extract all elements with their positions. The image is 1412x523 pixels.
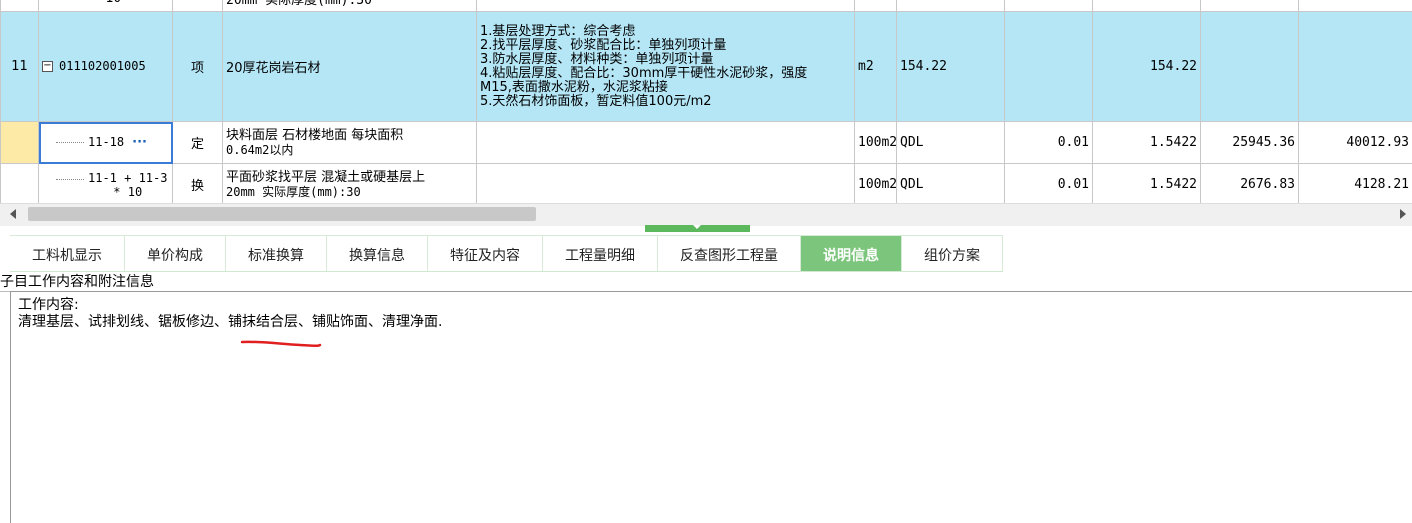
feature-cell[interactable] (476, 163, 855, 203)
feature-line: M15,表面撒水泥粉，水泥浆粘接 (480, 79, 668, 95)
expr-cell[interactable] (896, 0, 1005, 12)
panel-splitter[interactable] (645, 225, 750, 232)
feature-line: 5.天然石材饰面板，暂定料值100元/m2 (480, 93, 712, 109)
description-content[interactable]: 工作内容: 清理基层、试排划线、锯板修边、铺抹结合层、铺贴饰面、清理净面. (10, 291, 1412, 523)
tab-graphic-quantity[interactable]: 反查图形工程量 (658, 235, 801, 271)
expr-cell[interactable]: 154.22 (896, 11, 1005, 122)
price-cell[interactable]: 25945.36 (1200, 121, 1299, 164)
tab-pricing-scheme[interactable]: 组价方案 (902, 235, 1003, 271)
qty-cell[interactable]: 0.01 (1004, 121, 1093, 164)
tree-connector (56, 142, 84, 143)
total-qty-cell[interactable] (1092, 0, 1201, 12)
table-row[interactable]: 11-18 ··· 定 块料面层 石材楼地面 每块面积 0.64m2以内 100m… (0, 121, 1412, 164)
name-line: 块料面层 石材楼地面 每块面积 (226, 127, 404, 143)
price-cell[interactable]: 2676.83 (1200, 163, 1299, 203)
type-cell[interactable] (172, 0, 223, 12)
amount-cell[interactable] (1298, 0, 1412, 12)
bill-of-quantities-grid[interactable]: * 10 20mm 实际厚度(mm):30 11 −011102001005 项… (0, 0, 1412, 203)
feature-cell[interactable] (476, 0, 855, 12)
name-cell[interactable]: 块料面层 石材楼地面 每块面积 0.64m2以内 (222, 121, 477, 164)
type-cell[interactable]: 换 (172, 163, 223, 203)
feature-cell[interactable]: 1.基层处理方式：综合考虑 2.找平层厚度、砂浆配合比：单独列项计量 3.防水层… (476, 11, 855, 122)
tree-connector (56, 178, 84, 180)
row-number (0, 163, 39, 203)
panel-title: 子目工作内容和附注信息 (0, 274, 1412, 292)
tab-standard-conversion[interactable]: 标准换算 (226, 235, 327, 271)
feature-line: 1.基层处理方式：综合考虑 (480, 23, 636, 39)
feature-line: 2.找平层厚度、砂浆配合比：单独列项计量 (480, 37, 727, 53)
amount-cell[interactable]: 40012.93 (1298, 121, 1412, 164)
code-line: 11-1 + 11-3 (88, 170, 168, 185)
code-text: 11-18 (88, 135, 125, 149)
chevron-down-icon (693, 225, 701, 229)
qty-cell[interactable] (1004, 11, 1093, 122)
code-cell[interactable]: 11-1 + 11-3 * 10 (38, 163, 173, 203)
content-heading: 工作内容: (18, 297, 79, 313)
name-cell[interactable]: 20厚花岗岩石材 (222, 11, 477, 122)
unit-cell[interactable]: m2 (854, 11, 897, 122)
table-row-selected[interactable]: 11 −011102001005 项 20厚花岗岩石材 1.基层处理方式：综合考… (0, 11, 1412, 122)
name-cell[interactable]: 平面砂浆找平层 混凝土或硬基层上 20mm 实际厚度(mm):30 (222, 163, 477, 203)
row-number: 11 (0, 11, 39, 122)
red-annotation-underline (240, 340, 322, 347)
code-cell[interactable]: * 10 (38, 0, 173, 12)
tab-unit-price[interactable]: 单价构成 (125, 235, 226, 271)
scroll-left-icon[interactable] (10, 209, 16, 219)
feature-line: 3.防水层厚度、材料种类：单独列项计量 (480, 51, 714, 67)
unit-cell[interactable]: 100m2 (854, 121, 897, 164)
name-line: 平面砂浆找平层 混凝土或硬基层上 (226, 169, 426, 185)
tab-description[interactable]: 说明信息 (801, 235, 902, 271)
qty-cell[interactable]: 0.01 (1004, 163, 1093, 203)
table-row[interactable]: * 10 20mm 实际厚度(mm):30 (0, 0, 1412, 12)
qty-cell[interactable] (1004, 0, 1093, 12)
scrollbar-thumb[interactable] (28, 207, 536, 221)
type-cell[interactable]: 项 (172, 11, 223, 122)
total-qty-cell[interactable]: 1.5422 (1092, 121, 1201, 164)
total-qty-cell[interactable]: 1.5422 (1092, 163, 1201, 203)
code-line: * 10 (113, 184, 143, 199)
horizontal-scrollbar[interactable] (0, 203, 1412, 226)
scroll-right-icon[interactable] (1400, 209, 1406, 219)
name-cell[interactable]: 20mm 实际厚度(mm):30 (222, 0, 477, 12)
code-text: 011102001005 (59, 59, 146, 73)
amount-cell[interactable] (1298, 11, 1412, 122)
name-line: 20mm 实际厚度(mm):30 (226, 184, 361, 199)
unit-cell[interactable]: 100m2 (854, 163, 897, 203)
tab-features[interactable]: 特征及内容 (428, 235, 543, 271)
collapse-icon[interactable]: − (42, 61, 53, 72)
expr-cell[interactable]: QDL (896, 163, 1005, 203)
more-button[interactable]: ··· (132, 135, 147, 150)
feature-line: 4.粘贴层厚度、配合比：30mm厚干硬性水泥砂浆，强度 (480, 65, 808, 81)
expr-cell[interactable]: QDL (896, 121, 1005, 164)
price-cell[interactable] (1200, 11, 1299, 122)
detail-tab-bar: 工料机显示 单价构成 标准换算 换算信息 特征及内容 工程量明细 反查图形工程量… (10, 235, 1003, 272)
code-text: 11-1 + 11-3 * 10 (88, 171, 167, 199)
name-line: 0.64m2以内 (226, 142, 294, 157)
type-cell[interactable]: 定 (172, 121, 223, 164)
tab-quantity-detail[interactable]: 工程量明细 (543, 235, 658, 271)
table-row[interactable]: 11-1 + 11-3 * 10 换 平面砂浆找平层 混凝土或硬基层上 20mm … (0, 163, 1412, 203)
row-number (0, 121, 39, 164)
unit-cell[interactable] (854, 0, 897, 12)
amount-cell[interactable]: 4128.21 (1298, 163, 1412, 203)
code-cell[interactable]: −011102001005 (38, 11, 173, 122)
content-body: 清理基层、试排划线、锯板修边、铺抹结合层、铺贴饰面、清理净面. (18, 314, 443, 330)
tab-material-machine[interactable]: 工料机显示 (10, 235, 125, 271)
feature-cell[interactable] (476, 121, 855, 164)
code-cell[interactable]: 11-18 ··· (38, 121, 173, 164)
tab-conversion-info[interactable]: 换算信息 (327, 235, 428, 271)
total-qty-cell[interactable]: 154.22 (1092, 11, 1201, 122)
row-number (0, 0, 39, 12)
price-cell[interactable] (1200, 0, 1299, 12)
